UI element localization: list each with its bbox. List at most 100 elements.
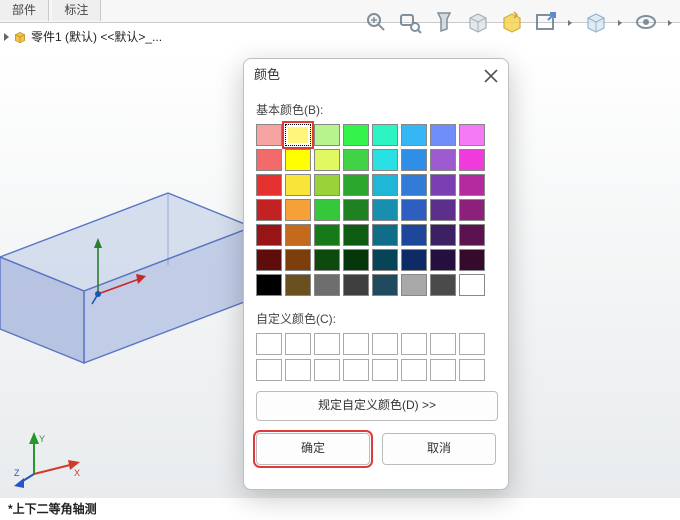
custom-swatch[interactable]	[314, 333, 340, 355]
custom-swatch[interactable]	[285, 359, 311, 381]
expand-triangle-icon[interactable]	[4, 33, 9, 41]
custom-swatch[interactable]	[401, 359, 427, 381]
basic-swatch[interactable]	[343, 199, 369, 221]
basic-swatch[interactable]	[343, 249, 369, 271]
basic-swatch[interactable]	[314, 274, 340, 296]
custom-swatch[interactable]	[459, 359, 485, 381]
basic-swatch[interactable]	[372, 274, 398, 296]
basic-swatch[interactable]	[401, 149, 427, 171]
status-view-name: *上下二等角轴测	[8, 500, 97, 518]
basic-swatch[interactable]	[401, 174, 427, 196]
basic-swatch[interactable]	[256, 149, 282, 171]
basic-swatch[interactable]	[314, 174, 340, 196]
basic-color-grid	[256, 124, 496, 296]
basic-swatch[interactable]	[401, 124, 427, 146]
basic-swatch[interactable]	[256, 199, 282, 221]
ok-button[interactable]: 确定	[256, 433, 370, 465]
basic-swatch[interactable]	[372, 149, 398, 171]
basic-swatch[interactable]	[401, 224, 427, 246]
custom-swatch[interactable]	[372, 333, 398, 355]
tab-annotation[interactable]: 标注	[52, 0, 101, 21]
basic-swatch[interactable]	[401, 249, 427, 271]
custom-swatch[interactable]	[256, 359, 282, 381]
zoom-fit-icon[interactable]	[364, 10, 388, 34]
cancel-button[interactable]: 取消	[382, 433, 496, 465]
basic-swatch[interactable]	[372, 224, 398, 246]
basic-swatch[interactable]	[314, 199, 340, 221]
basic-swatch[interactable]	[430, 249, 456, 271]
basic-swatch[interactable]	[459, 124, 485, 146]
basic-swatch[interactable]	[256, 124, 282, 146]
basic-swatch[interactable]	[314, 124, 340, 146]
basic-swatch-selected[interactable]	[285, 124, 311, 146]
basic-swatch[interactable]	[256, 224, 282, 246]
box-view-icon[interactable]	[584, 10, 608, 34]
basic-swatch[interactable]	[372, 199, 398, 221]
basic-swatch[interactable]	[401, 199, 427, 221]
basic-swatch[interactable]	[430, 124, 456, 146]
appearance-icon[interactable]	[500, 10, 524, 34]
flashlight-icon[interactable]	[432, 10, 456, 34]
custom-swatch[interactable]	[285, 333, 311, 355]
basic-swatch[interactable]	[459, 174, 485, 196]
svg-text:Y: Y	[39, 434, 45, 444]
basic-swatch[interactable]	[401, 274, 427, 296]
dialog-titlebar[interactable]: 颜色	[244, 59, 508, 91]
feature-tree-root[interactable]: 零件1 (默认) <<默认>_...	[4, 28, 162, 46]
basic-swatch[interactable]	[256, 274, 282, 296]
custom-swatch[interactable]	[343, 359, 369, 381]
define-custom-color-button[interactable]: 规定自定义颜色(D) >>	[256, 391, 498, 421]
zoom-area-icon[interactable]	[398, 10, 422, 34]
dropdown-caret-icon[interactable]	[668, 10, 674, 34]
basic-swatch[interactable]	[459, 149, 485, 171]
model-origin-axes	[90, 238, 150, 308]
basic-swatch[interactable]	[459, 249, 485, 271]
basic-swatch[interactable]	[459, 199, 485, 221]
custom-swatch[interactable]	[459, 333, 485, 355]
basic-swatch[interactable]	[372, 124, 398, 146]
basic-swatch[interactable]	[459, 274, 485, 296]
basic-swatch[interactable]	[343, 124, 369, 146]
basic-swatch[interactable]	[459, 224, 485, 246]
basic-swatch[interactable]	[285, 174, 311, 196]
custom-swatch[interactable]	[430, 333, 456, 355]
section-cube-icon[interactable]	[466, 10, 490, 34]
basic-swatch[interactable]	[343, 224, 369, 246]
basic-swatch[interactable]	[314, 149, 340, 171]
custom-swatch[interactable]	[314, 359, 340, 381]
close-icon[interactable]	[482, 65, 500, 83]
basic-swatch[interactable]	[430, 199, 456, 221]
custom-swatch[interactable]	[343, 333, 369, 355]
basic-colors-label: 基本颜色(B):	[256, 101, 496, 118]
basic-swatch[interactable]	[372, 249, 398, 271]
basic-swatch[interactable]	[430, 274, 456, 296]
custom-swatch[interactable]	[430, 359, 456, 381]
basic-swatch[interactable]	[285, 124, 311, 146]
basic-swatch[interactable]	[285, 224, 311, 246]
custom-color-row	[256, 333, 496, 355]
basic-swatch[interactable]	[343, 149, 369, 171]
basic-swatch[interactable]	[256, 249, 282, 271]
tab-components[interactable]: 部件	[0, 0, 49, 21]
basic-swatch[interactable]	[372, 174, 398, 196]
basic-swatch[interactable]	[430, 149, 456, 171]
basic-swatch[interactable]	[430, 174, 456, 196]
basic-swatch[interactable]	[256, 174, 282, 196]
basic-swatch[interactable]	[285, 249, 311, 271]
basic-swatch[interactable]	[314, 249, 340, 271]
basic-swatch[interactable]	[285, 274, 311, 296]
visibility-eye-icon[interactable]	[634, 10, 658, 34]
svg-text:Z: Z	[14, 468, 20, 478]
basic-swatch[interactable]	[430, 224, 456, 246]
dropdown-caret-icon[interactable]	[618, 10, 624, 34]
custom-swatch[interactable]	[372, 359, 398, 381]
custom-swatch[interactable]	[256, 333, 282, 355]
dropdown-caret-icon[interactable]	[568, 10, 574, 34]
basic-swatch[interactable]	[285, 149, 311, 171]
basic-swatch[interactable]	[314, 224, 340, 246]
basic-swatch[interactable]	[343, 174, 369, 196]
custom-swatch[interactable]	[401, 333, 427, 355]
new-view-icon[interactable]	[534, 10, 558, 34]
basic-swatch[interactable]	[343, 274, 369, 296]
basic-swatch[interactable]	[285, 199, 311, 221]
